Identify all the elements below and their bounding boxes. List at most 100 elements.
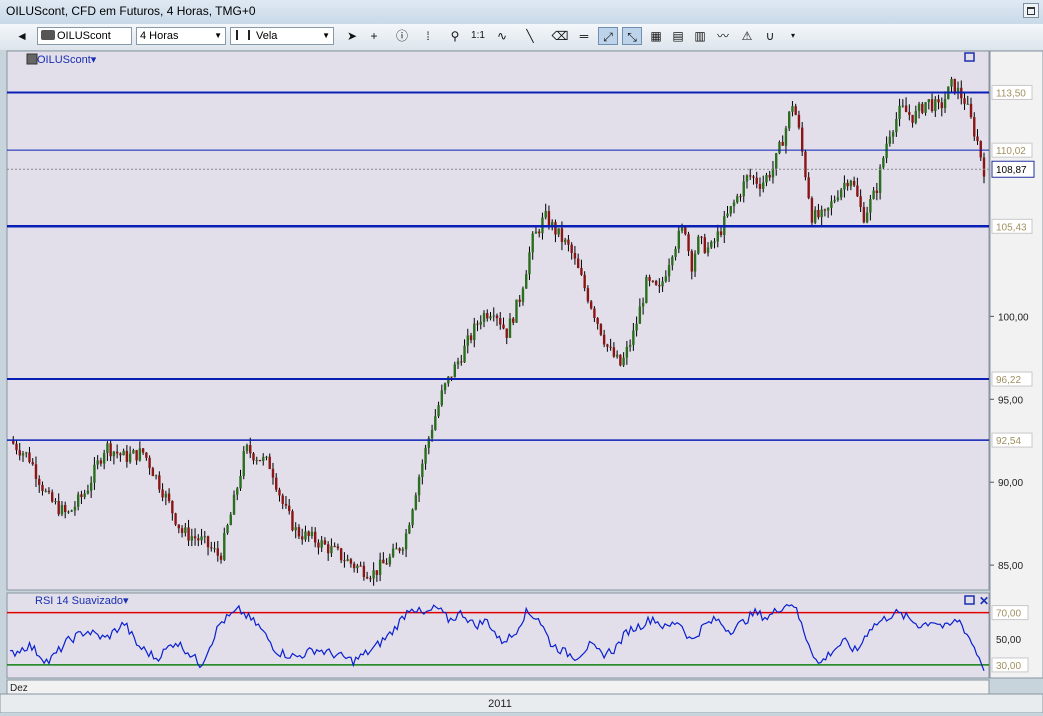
candle-up [671, 256, 674, 266]
candle-up [67, 511, 70, 513]
one-to-one-button[interactable]: 1:1 [468, 27, 488, 45]
candle-down [486, 313, 489, 319]
cursor-icon[interactable]: ➤ [342, 27, 362, 45]
grid-icon[interactable]: ⁞ [418, 27, 438, 45]
candle-down [51, 492, 54, 502]
candle-down [317, 542, 320, 548]
candle-up [489, 316, 492, 319]
symbol-label: OILUScont▾ [37, 54, 97, 66]
candle-down [288, 505, 291, 512]
candle-down [930, 99, 934, 111]
candle-down [684, 226, 687, 235]
magnet-icon[interactable]: ∪ [760, 27, 780, 45]
candle-up [255, 460, 258, 462]
candle-up [775, 153, 778, 169]
candle-up [661, 281, 664, 287]
candle-up [242, 451, 245, 476]
hline-icon[interactable]: ═ [574, 27, 594, 45]
candle-up [891, 132, 895, 137]
candle-down [216, 548, 219, 556]
candle-down [375, 570, 379, 575]
candle-up [184, 527, 187, 533]
candle-down [268, 456, 271, 469]
candle-up [93, 464, 96, 483]
candle-down [385, 563, 388, 565]
candle-up [310, 531, 314, 536]
more-icon[interactable]: ▾ [783, 27, 803, 45]
save-template-icon[interactable]: ▤ [668, 27, 688, 45]
candle-up [865, 212, 869, 223]
autoscale-icon[interactable]: ⤢ [598, 27, 618, 45]
back-icon[interactable]: ◄ [12, 27, 32, 45]
eraser-icon[interactable]: ⌫ [550, 27, 570, 45]
candle-up [901, 105, 905, 107]
template-icon[interactable]: ▦ [646, 27, 666, 45]
candle-down [495, 315, 499, 319]
candle-down [275, 477, 278, 490]
price-chart[interactable]: 113,50 110,02 105,43 96,22 92,54 108,87 70,00… [0, 50, 1043, 714]
rsi-close-icon: ✕ [979, 594, 989, 608]
candle-up [44, 490, 47, 492]
candle-up [21, 453, 25, 456]
candle-up [482, 313, 486, 322]
candle-down [161, 489, 164, 498]
snap-icon[interactable]: ⤡ [622, 27, 642, 45]
candle-down [908, 112, 911, 115]
candle-down [151, 468, 155, 477]
candle-up [122, 450, 125, 456]
candle-up [106, 443, 109, 454]
candle-up [83, 493, 86, 498]
candle-up [813, 209, 817, 223]
candle-up [473, 323, 476, 341]
compare-icon[interactable]: ▥ [690, 27, 710, 45]
candle-down [278, 489, 281, 496]
zoom-icon[interactable]: ⚲ [445, 27, 465, 45]
candle-up [934, 99, 937, 111]
candle-up [732, 202, 736, 207]
candle-up [697, 236, 700, 254]
candle-up [320, 540, 323, 548]
candle-up [521, 288, 525, 302]
candle-down [654, 280, 658, 285]
candle-up [729, 206, 732, 214]
candle-down [852, 180, 856, 186]
chart-area[interactable]: 113,50 110,02 105,43 96,22 92,54 108,87 70,00… [0, 50, 1043, 714]
line-label: 105,43 [996, 222, 1027, 233]
candle-up [515, 299, 518, 323]
candle-down [460, 361, 463, 363]
symbol-field[interactable]: OILUScont [37, 27, 132, 45]
info-icon[interactable]: ⓘ [392, 27, 412, 45]
candle-down [47, 490, 51, 493]
chart-style-select[interactable]: Vela [230, 27, 334, 45]
line-label: 96,22 [996, 375, 1021, 386]
candle-down [580, 267, 583, 275]
wave-icon[interactable]: 〰 [713, 27, 733, 45]
title-bar: OILUScont, CFD em Futuros, 4 Horas, TMG+… [0, 0, 1043, 25]
candle-down [794, 106, 797, 115]
candle-down [187, 527, 190, 541]
candle-up [463, 345, 466, 363]
candle-up [411, 509, 414, 526]
candle-up [223, 533, 226, 560]
candle-down [758, 183, 762, 189]
candle-up [557, 228, 560, 235]
candle-down [512, 318, 515, 323]
line-tool-icon[interactable]: ╲ [520, 27, 540, 45]
candle-up [154, 475, 158, 477]
candle-down [700, 236, 703, 238]
candle-up [677, 230, 681, 249]
candle-down [599, 323, 603, 335]
candle-down [125, 450, 129, 462]
candle-down [148, 457, 151, 469]
crosshair-icon[interactable]: + [364, 27, 384, 45]
candle-up [395, 548, 398, 550]
candle-up [914, 110, 918, 123]
indicators-icon[interactable]: ∿ [492, 27, 512, 45]
timeframe-select[interactable]: 4 Horas [136, 27, 226, 45]
candle-up [525, 274, 528, 289]
alert-icon[interactable]: ⚠ [737, 27, 757, 45]
candle-down [38, 478, 41, 485]
maximize-button[interactable] [1023, 3, 1039, 18]
candle-down [687, 234, 690, 252]
window-title: OILUScont, CFD em Futuros, 4 Horas, TMG+… [6, 4, 256, 18]
